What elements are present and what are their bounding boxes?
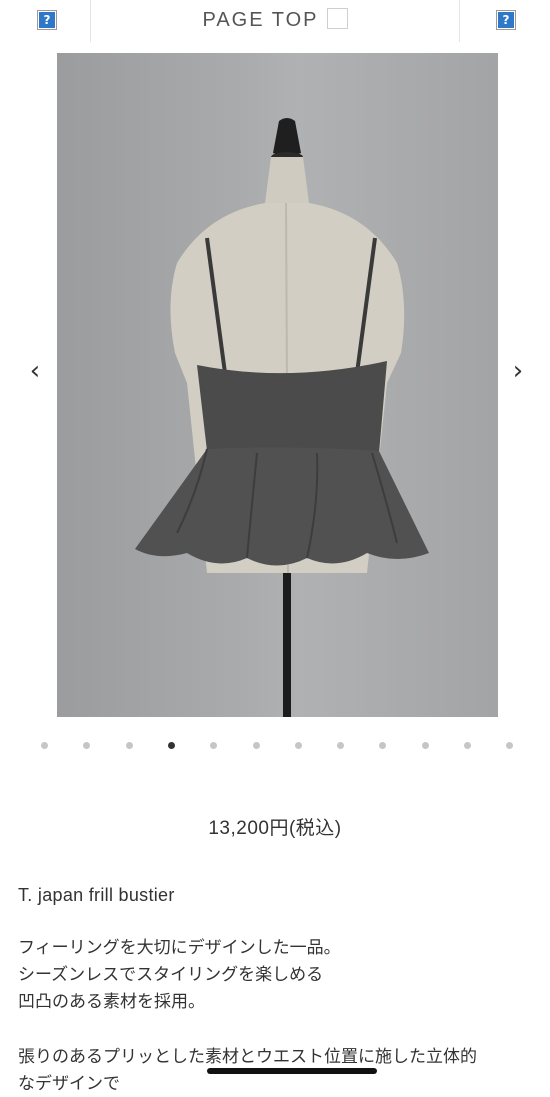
description-line: 張りのあるプリッとした素材とウエスト位置に施した立体的 — [18, 1047, 477, 1066]
description-line: なデザインで — [18, 1074, 120, 1093]
page-top-label[interactable]: PAGE TOP — [202, 9, 318, 31]
gallery-pagination — [0, 742, 550, 752]
pagination-dot[interactable] — [464, 742, 471, 749]
product-description: フィーリングを大切にデザインした一品。 シーズンレスでスタイリングを楽しめる 凹… — [18, 934, 341, 1015]
chevron-right-icon: › — [512, 356, 524, 386]
pagination-dot[interactable] — [506, 742, 513, 749]
pagination-dot[interactable] — [295, 742, 302, 749]
product-name: T. japan frill bustier — [18, 885, 175, 905]
description-line: シーズンレスでスタイリングを楽しめる — [18, 965, 324, 984]
description-line: フィーリングを大切にデザインした一品。 — [18, 938, 341, 957]
pagination-dot[interactable] — [422, 742, 429, 749]
top-header: ? PAGE TOP ? — [0, 0, 550, 42]
pagination-dot[interactable] — [83, 742, 90, 749]
page-top-box-icon — [326, 8, 348, 29]
pagination-dot[interactable] — [126, 742, 133, 749]
pagination-dot[interactable] — [210, 742, 217, 749]
gallery-next-button[interactable]: › — [503, 353, 533, 389]
question-icon[interactable]: ? — [496, 10, 516, 30]
home-indicator — [207, 1068, 377, 1074]
pagination-dot[interactable] — [337, 742, 344, 749]
gallery-prev-button[interactable]: ‹ — [20, 353, 50, 389]
header-right-button[interactable]: ? — [459, 0, 550, 42]
product-photo-illustration — [135, 118, 429, 717]
pagination-dot[interactable] — [41, 742, 48, 749]
product-price: 13,200円(税込) — [208, 818, 342, 839]
product-image[interactable] — [57, 53, 498, 717]
pagination-dot[interactable] — [379, 742, 386, 749]
chevron-left-icon: ‹ — [29, 356, 41, 386]
pagination-dot[interactable] — [168, 742, 175, 749]
pagination-dot[interactable] — [253, 742, 260, 749]
description-line: 凹凸のある素材を採用。 — [18, 992, 205, 1011]
